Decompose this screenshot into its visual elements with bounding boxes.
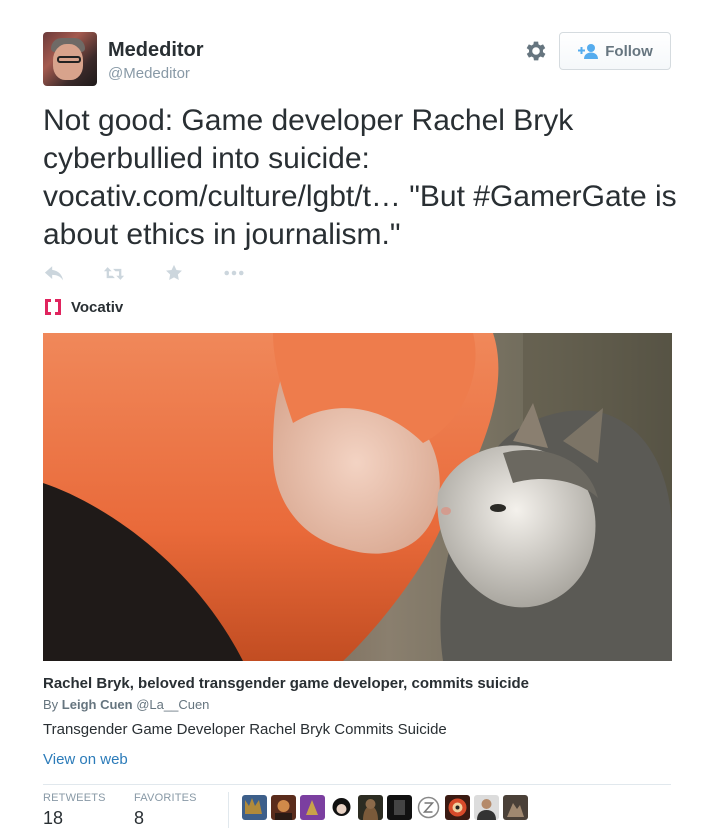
user-handle[interactable]: @Mededitor (108, 65, 190, 82)
retweets-count: 18 (43, 808, 64, 828)
favoriter-avatar[interactable] (329, 795, 354, 820)
card-source[interactable]: Vocativ (43, 296, 123, 318)
favoriter-avatar[interactable] (242, 795, 267, 820)
favoriter-avatar[interactable] (474, 795, 499, 820)
byline-prefix: By (43, 697, 62, 712)
favorites-stat[interactable]: FAVORITES 8 (134, 792, 197, 829)
card-description: Transgender Game Developer Rachel Bryk C… (43, 721, 447, 738)
card-source-name: Vocativ (71, 298, 124, 316)
reply-icon[interactable] (43, 263, 65, 283)
tweet-link[interactable]: vocativ.com/culture/lgbt/t… (43, 180, 401, 213)
user-avatar[interactable] (43, 32, 97, 86)
more-icon[interactable] (223, 263, 245, 283)
vocativ-logo-icon (43, 297, 63, 317)
card-byline: By Leigh Cuen @La__Cuen (43, 697, 209, 712)
favoriters-avatars (242, 795, 528, 820)
add-user-icon (578, 44, 599, 59)
card-author[interactable]: Leigh Cuen (62, 697, 133, 712)
favorites-count: 8 (134, 808, 145, 828)
card-title[interactable]: Rachel Bryk, beloved transgender game de… (43, 675, 529, 692)
retweets-label: RETWEETS (43, 792, 106, 804)
favoriter-avatar[interactable] (387, 795, 412, 820)
user-display-name[interactable]: Mededitor (108, 39, 204, 62)
follow-button[interactable]: Follow (559, 32, 671, 70)
stats-separator (228, 792, 229, 828)
gear-icon[interactable] (523, 38, 549, 64)
divider (43, 784, 671, 785)
favoriter-avatar[interactable] (503, 795, 528, 820)
retweets-stat[interactable]: RETWEETS 18 (43, 792, 106, 829)
card-author-handle[interactable]: @La__Cuen (136, 697, 209, 712)
favoriter-avatar[interactable] (445, 795, 470, 820)
favoriter-avatar[interactable] (416, 795, 441, 820)
tweet-text: Not good: Game developer Rachel Bryk cyb… (43, 102, 683, 254)
favoriter-avatar[interactable] (300, 795, 325, 820)
favorite-icon[interactable] (163, 263, 185, 283)
favoriter-avatar[interactable] (358, 795, 383, 820)
card-image[interactable] (43, 333, 672, 661)
tweet-header: Mededitor @Mededitor Follow (43, 32, 671, 88)
favorites-label: FAVORITES (134, 792, 197, 804)
view-on-web-link[interactable]: View on web (43, 751, 128, 768)
tweet-actions (43, 262, 283, 284)
favoriter-avatar[interactable] (271, 795, 296, 820)
retweet-icon[interactable] (103, 263, 125, 283)
tweet-text-start: Not good: Game developer Rachel Bryk cyb… (43, 104, 574, 175)
follow-label: Follow (605, 42, 653, 60)
